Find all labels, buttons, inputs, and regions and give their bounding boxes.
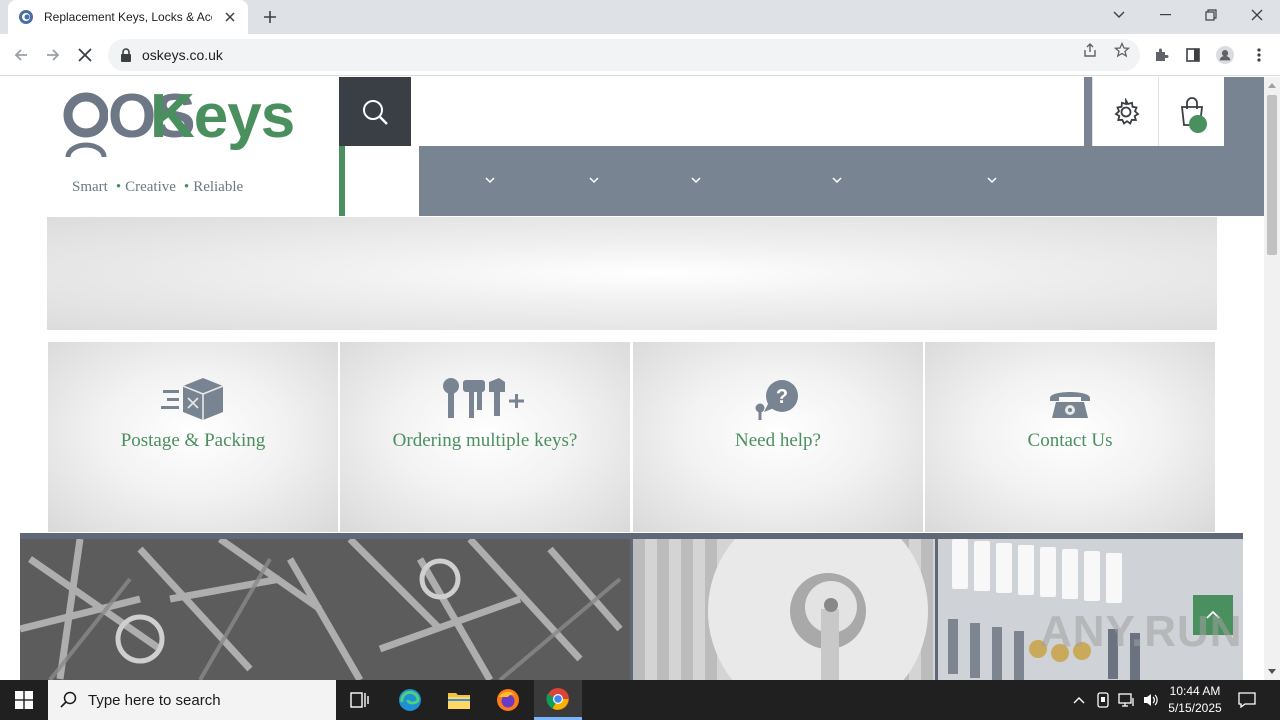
volume-icon[interactable] [1142, 691, 1160, 709]
feature-tile-postage[interactable]: Postage & Packing [48, 342, 338, 532]
url-text: oskeys.co.uk [142, 47, 223, 63]
oskeys-logo[interactable]: OS Keys Smart • Creative • Reliable [60, 82, 300, 195]
bookmark-star-icon[interactable] [1114, 42, 1130, 58]
browser-tab-strip: Replacement Keys, Locks & Accessories [0, 0, 1280, 34]
edge-browser-icon [399, 689, 421, 711]
new-tab-button[interactable] [258, 6, 282, 28]
search-button[interactable] [339, 77, 411, 146]
feature-label-help: Need help? [735, 430, 821, 451]
restore-button[interactable] [1188, 0, 1234, 30]
telephone-icon [1048, 374, 1092, 420]
multiple-keys-icon [443, 374, 527, 420]
scrollbar-thumb[interactable] [1267, 95, 1277, 255]
taskbar-clock[interactable]: 10:44 AM 5/15/2025 [1160, 683, 1230, 717]
tagline-word-creative: Creative [125, 179, 176, 195]
anyrun-watermark: ANY.RUN [1040, 607, 1243, 656]
feature-tile-contact[interactable]: Contact Us [925, 342, 1215, 532]
profile-avatar-icon[interactable] [1216, 46, 1234, 64]
close-tab-icon[interactable] [222, 9, 238, 25]
taskbar-file-explorer-button[interactable] [435, 680, 483, 720]
search-input[interactable] [411, 77, 1084, 146]
taskbar-firefox-button[interactable] [484, 680, 532, 720]
close-window-button[interactable] [1234, 0, 1280, 30]
share-icon[interactable] [1082, 42, 1098, 58]
main-navigation [419, 146, 1264, 216]
windows-logo-icon [15, 691, 33, 709]
delivery-box-icon [161, 374, 225, 420]
task-view-icon [350, 692, 369, 708]
clock-date: 5/15/2025 [1168, 701, 1222, 715]
feature-label-contact: Contact Us [1027, 430, 1113, 451]
nav-dropdown-4-chevron-down-icon[interactable] [831, 174, 843, 186]
svg-text:?: ? [776, 386, 788, 408]
tagline-word-smart: Smart [72, 179, 108, 195]
stop-loading-button[interactable] [72, 42, 98, 68]
cart-button[interactable] [1158, 77, 1224, 146]
feature-label-multiple-keys: Ordering multiple keys? [392, 430, 578, 451]
nav-dropdown-1-chevron-down-icon[interactable] [484, 174, 496, 186]
hero-banner[interactable] [47, 217, 1217, 330]
network-icon[interactable] [1118, 691, 1136, 709]
gear-icon [1113, 97, 1140, 125]
browser-menu-icon[interactable] [1250, 46, 1268, 64]
logo-person-mark-icon [63, 92, 108, 158]
minimize-button[interactable] [1142, 0, 1188, 30]
firefox-icon [497, 689, 519, 711]
web-page: OS Keys Smart • Creative • Reliable Post… [0, 77, 1264, 680]
header-icon-band [1084, 77, 1264, 146]
logo-keys-text: Keys [150, 82, 295, 151]
notifications-icon[interactable] [1238, 691, 1256, 709]
settings-button[interactable] [1092, 77, 1158, 146]
address-bar[interactable]: oskeys.co.uk [108, 39, 1140, 71]
logo-tagline: Smart • Creative • Reliable [72, 179, 244, 195]
nav-dropdown-2-chevron-down-icon[interactable] [588, 174, 600, 186]
help-key-icon: ? [754, 374, 802, 420]
browser-tab[interactable]: Replacement Keys, Locks & Accessories [8, 0, 248, 34]
tagline-word-reliable: Reliable [193, 179, 244, 195]
browser-toolbar: oskeys.co.uk [0, 34, 1280, 76]
search-icon [60, 691, 77, 708]
scroll-up-arrow-icon[interactable] [1268, 82, 1276, 90]
keys-pile-photo[interactable] [20, 539, 630, 680]
feature-tile-help[interactable]: ? Need help? [633, 342, 923, 532]
device-icon[interactable] [1094, 691, 1112, 709]
nav-dropdown-3-chevron-down-icon[interactable] [690, 174, 702, 186]
scroll-down-arrow-icon[interactable] [1268, 667, 1276, 675]
tray-overflow-chevron-up-icon[interactable] [1070, 691, 1088, 709]
forward-button[interactable] [40, 42, 66, 68]
cart-count-badge [1189, 115, 1207, 133]
taskbar-chrome-button[interactable] [534, 680, 582, 720]
taskbar-search-box[interactable]: Type here to search [48, 680, 336, 720]
task-view-button[interactable] [336, 680, 384, 720]
windows-taskbar: Type here to search 10:44 AM 5/15/2025 [0, 680, 1280, 720]
lock-icon[interactable] [120, 48, 134, 62]
feature-label-postage: Postage & Packing [120, 430, 266, 451]
door-lock-photo[interactable] [633, 539, 935, 680]
header-accent-bar [339, 146, 345, 216]
tab-search-icon[interactable] [1096, 0, 1142, 30]
taskbar-search-placeholder: Type here to search [88, 691, 221, 709]
feature-tile-multiple-keys[interactable]: Ordering multiple keys? [340, 342, 630, 532]
site-favicon-icon [18, 9, 34, 25]
clock-time: 10:44 AM [1169, 684, 1221, 698]
side-panel-icon[interactable] [1184, 46, 1202, 64]
folder-icon [448, 693, 470, 709]
chrome-icon [546, 687, 569, 710]
taskbar-edge-button[interactable] [386, 680, 434, 720]
nav-dropdown-5-chevron-down-icon[interactable] [986, 174, 998, 186]
start-button[interactable] [0, 680, 48, 720]
extensions-puzzle-icon[interactable] [1152, 46, 1170, 64]
back-button[interactable] [8, 42, 34, 68]
search-icon [363, 99, 388, 125]
tab-title: Replacement Keys, Locks & Accessories [44, 10, 212, 24]
page-scrollbar[interactable] [1264, 77, 1280, 680]
